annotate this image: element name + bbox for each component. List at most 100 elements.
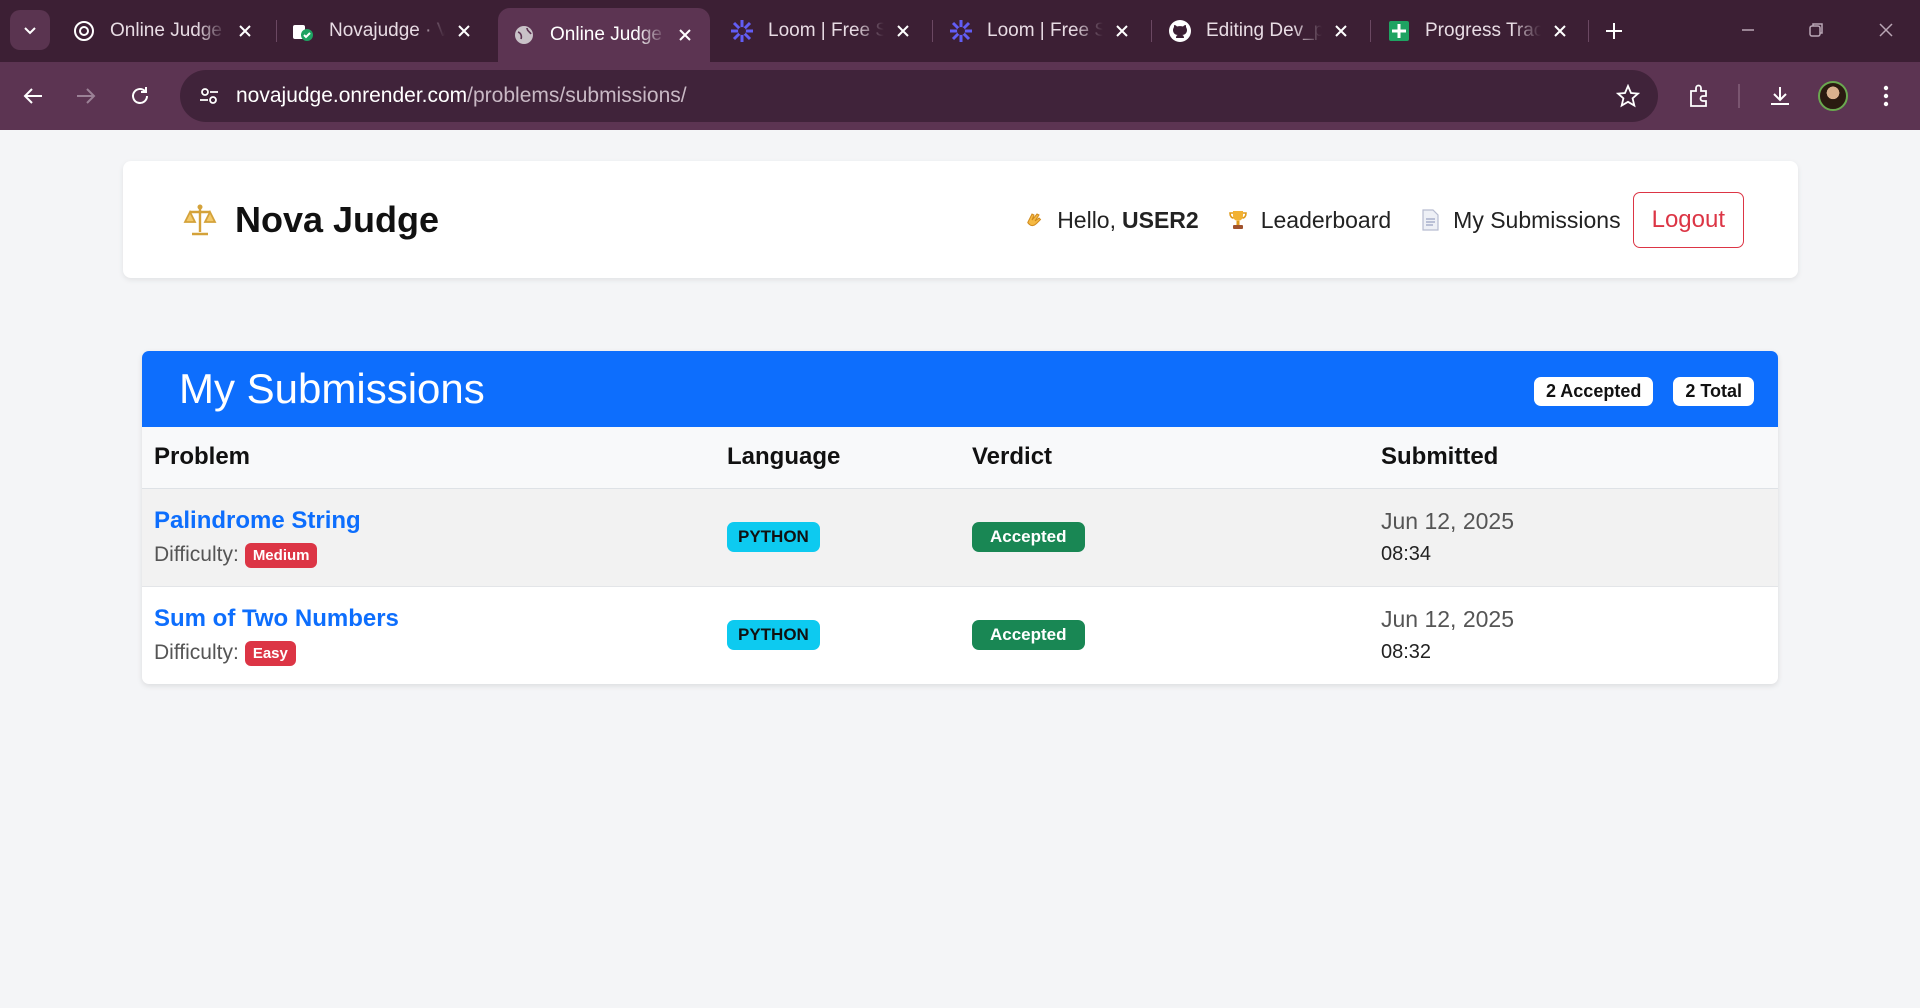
logout-button[interactable]: Logout [1632,192,1744,248]
difficulty-badge: Medium [244,542,318,568]
problem-cell: Palindrome String Difficulty: Medium [142,488,715,586]
nav-links: Hello, USER2 Leaderboard My Submissions L… [995,192,1744,248]
scales-icon [181,201,219,239]
verdict-cell: Accepted [960,488,1369,586]
kebab-menu-icon [1883,85,1889,107]
minimize-button[interactable] [1728,14,1768,46]
browser-tab[interactable]: Online Judge [58,8,270,54]
language-badge: PYTHON [727,522,820,552]
site-settings-icon[interactable] [196,83,222,109]
difficulty-label: Difficulty: [154,641,239,664]
close-icon[interactable] [674,24,696,46]
nav-leaderboard[interactable]: Leaderboard [1225,207,1391,234]
leaderboard-link[interactable]: Leaderboard [1261,207,1391,234]
close-icon[interactable] [1111,20,1133,42]
problem-link[interactable]: Sum of Two Numbers [154,605,715,633]
language-badge: PYTHON [727,620,820,650]
tab-title: Online Judge [550,24,662,45]
tab-title: Editing Dev_p [1206,20,1322,41]
submission-badges: 2 Accepted 2 Total [1514,377,1754,406]
address-bar[interactable]: novajudge.onrender.com/problems/submissi… [180,70,1658,122]
close-icon[interactable] [892,20,914,42]
my-submissions-link[interactable]: My Submissions [1453,207,1620,234]
language-cell: PYTHON [715,586,960,684]
language-cell: PYTHON [715,488,960,586]
submitted-time: 08:32 [1381,641,1432,663]
tab-search-button[interactable] [10,10,50,50]
table-header-row: Problem Language Verdict Submitted [142,427,1778,488]
submitted-cell: Jun 12, 2025 08:32 [1369,586,1778,684]
globe-icon [512,23,536,47]
forward-button[interactable] [68,78,104,114]
sheets-icon [1387,19,1411,43]
trophy-icon [1225,207,1251,233]
menu-button[interactable] [1868,78,1904,114]
loom-icon [730,19,754,43]
reload-button[interactable] [122,78,158,114]
column-header-verdict: Verdict [972,443,1053,471]
bookmark-star-icon[interactable] [1614,82,1642,110]
waving-hand-icon [1021,207,1047,233]
browser-tab-bar: Online Judge Novajudge · V Online Judge … [0,0,1920,62]
difficulty-badge: Easy [244,640,296,666]
reload-icon [132,87,148,104]
profile-avatar[interactable] [1818,81,1848,111]
table-row: Sum of Two Numbers Difficulty: Easy PYTHO… [142,586,1778,684]
verdict-badge: Accepted [972,620,1085,650]
tab-title: Online Judge [110,20,222,41]
back-button[interactable] [15,78,51,114]
close-icon[interactable] [234,20,256,42]
greeting-text: Hello, [1057,206,1116,233]
verdict-cell: Accepted [960,586,1369,684]
extensions-button[interactable] [1681,78,1717,114]
document-icon [1417,207,1443,233]
url-text: novajudge.onrender.com/problems/submissi… [236,84,687,108]
submissions-title: My Submissions [179,365,485,412]
username: USER2 [1122,206,1199,233]
brand[interactable]: Nova Judge [181,199,439,241]
arrow-left-icon [23,88,42,104]
difficulty-label: Difficulty: [154,543,239,566]
toolbar-divider [1738,84,1740,108]
restore-button[interactable] [1796,14,1836,46]
render-deploy-icon [291,19,315,43]
close-window-button[interactable] [1866,14,1906,46]
difficulty: Difficulty: Easy [154,640,715,666]
restore-icon [1809,23,1823,37]
close-icon [1879,23,1893,37]
browser-tab-active[interactable]: Online Judge [498,8,710,62]
close-icon[interactable] [1549,20,1571,42]
browser-tab[interactable]: Editing Dev_p [1154,8,1366,54]
minimize-icon [1742,29,1754,31]
browser-toolbar: novajudge.onrender.com/problems/submissi… [0,62,1920,130]
user-greeting: Hello, USER2 [1021,207,1199,234]
openai-icon [72,19,96,43]
accepted-count-badge: 2 Accepted [1533,377,1654,406]
column-header-language: Language [727,443,841,471]
submissions-card: My Submissions 2 Accepted 2 Total Proble… [142,351,1778,684]
tab-title: Loom | Free Sc [768,20,884,41]
new-tab-button[interactable] [1598,15,1630,47]
submissions-table: Problem Language Verdict Submitted Palin… [142,427,1778,684]
problem-link[interactable]: Palindrome String [154,507,715,535]
close-icon[interactable] [1330,20,1352,42]
close-icon[interactable] [453,20,475,42]
browser-tab[interactable]: Loom | Free Sc [935,8,1147,54]
verdict-badge: Accepted [972,522,1085,552]
downloads-button[interactable] [1762,78,1798,114]
browser-tab[interactable]: Novajudge · V [277,8,489,54]
browser-tab[interactable]: Loom | Free Sc [716,8,928,54]
browser-tab[interactable]: Progress Track [1373,8,1585,54]
tab-title: Progress Track [1425,20,1541,41]
page-content: Nova Judge Hello, USER2 Leaderboard My Su… [0,130,1920,1008]
site-navbar: Nova Judge Hello, USER2 Leaderboard My Su… [123,161,1798,278]
column-header-submitted: Submitted [1381,443,1499,471]
arrow-right-icon [77,88,96,104]
tab-title: Novajudge · V [329,20,445,41]
nav-my-submissions[interactable]: My Submissions [1417,207,1621,234]
submitted-time: 08:34 [1381,543,1432,565]
submissions-header: My Submissions 2 Accepted 2 Total [142,351,1778,427]
total-count-badge: 2 Total [1673,377,1754,406]
github-icon [1168,19,1192,43]
submitted-cell: Jun 12, 2025 08:34 [1369,488,1778,586]
